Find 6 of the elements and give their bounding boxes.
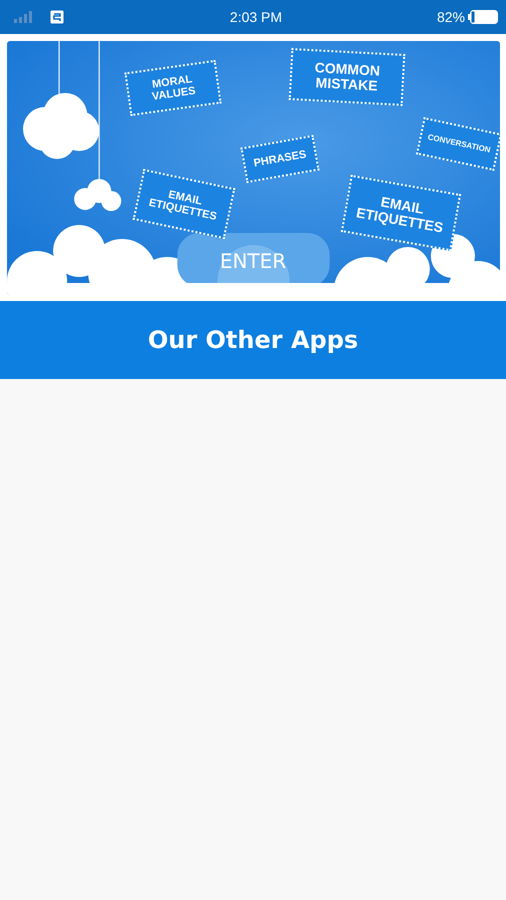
status-time: 2:03 PM (230, 9, 282, 25)
signal-icon (14, 11, 34, 23)
battery-percent: 82% (436, 9, 465, 25)
section-title: Our Other Apps (148, 326, 358, 354)
notification-icon (50, 10, 64, 24)
battery-icon (468, 10, 498, 24)
